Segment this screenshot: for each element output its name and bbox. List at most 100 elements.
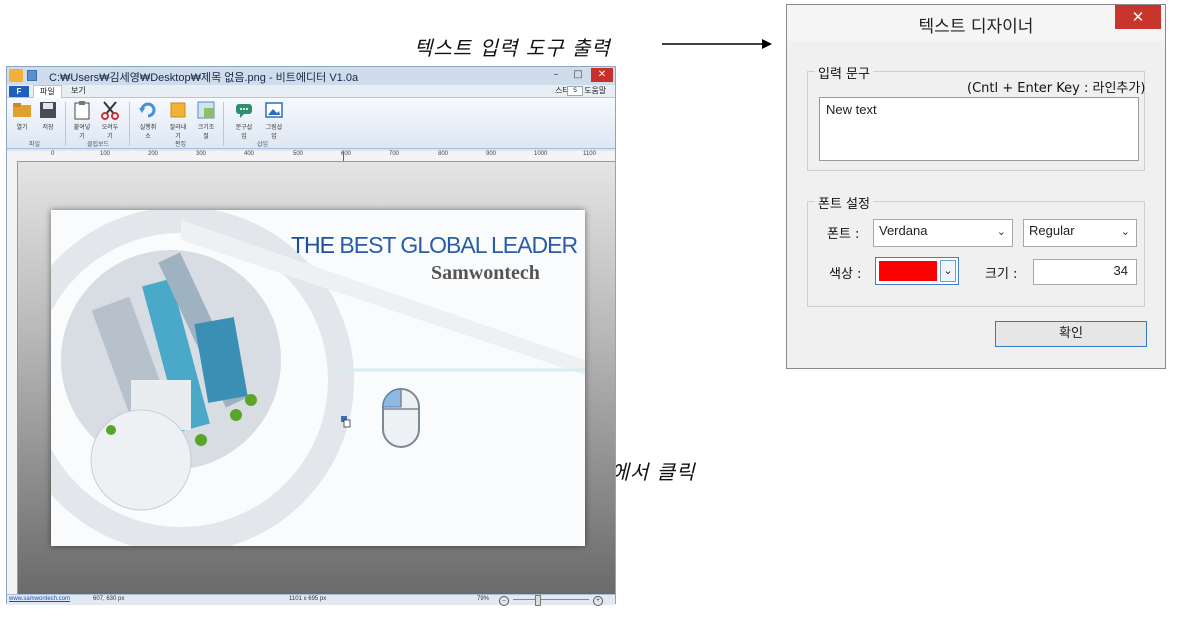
ruler-tick: 300	[196, 151, 207, 157]
help-line: - Past : Ctrl Key + 'V' Key	[20, 621, 76, 627]
ruler-tick: 200	[148, 151, 159, 157]
line-break-hint: (Cntl + Enter Key : 라인추가)	[967, 81, 1146, 96]
ribbon: 열기 저장 붙여넣기 오려두기 실행취소 잘라내기 크기조절 문구삽입 그림삽입…	[7, 98, 615, 149]
help-line: - Move :	[20, 607, 39, 613]
quick-save-icon[interactable]	[27, 70, 37, 81]
crop-button[interactable]: 잘라내기	[167, 100, 189, 140]
speech-bubble-icon	[236, 104, 252, 118]
shortcut-help: - Zoom : - Move : - Copy : Ctrl Key + 'C…	[20, 600, 92, 642]
help-line: - Delete : Select Item & 'Del' Key	[20, 628, 93, 634]
zoom-out-button[interactable]: –	[499, 596, 509, 606]
vertical-ruler	[7, 161, 18, 594]
clipboard-icon	[74, 101, 90, 120]
ok-button[interactable]: 확인	[995, 321, 1147, 347]
cut-label: 오려두기	[101, 125, 119, 140]
group-separator	[65, 102, 66, 146]
font-style-value: Regular	[1029, 223, 1075, 238]
color-label: 색상 :	[829, 267, 862, 282]
cut-button[interactable]: 오려두기	[99, 100, 121, 140]
zoom-slider[interactable]	[513, 599, 589, 600]
save-button[interactable]: 저장	[37, 100, 59, 131]
insert-text-button[interactable]: 문구삽입	[233, 100, 255, 140]
zoom-level: 79%	[477, 596, 490, 602]
tab-file[interactable]: 파일	[33, 85, 62, 98]
font-family-select[interactable]: Verdana ⌄	[873, 219, 1013, 247]
file-menu-button[interactable]: F	[9, 86, 29, 97]
chevron-down-icon: ⌄	[996, 226, 1006, 238]
resize-label: 크기조절	[197, 125, 215, 140]
font-size-input[interactable]: 34	[1033, 259, 1137, 285]
canvas-area[interactable]: THE BEST GLOBAL LEADER Samwontech - Zoom…	[18, 162, 615, 641]
headline-main: BEST GLOBAL LEADER	[339, 232, 578, 258]
undo-button[interactable]: 실행취소	[137, 100, 159, 140]
text-input-area[interactable]: New text	[819, 97, 1139, 161]
paste-button[interactable]: 붙여넣기	[71, 100, 93, 140]
help-line: - Copy : Ctrl Key + 'C' Key	[20, 614, 78, 620]
zoom-in-button[interactable]: +	[593, 596, 603, 606]
size-label: 크기 :	[985, 267, 1018, 282]
font-family-value: Verdana	[879, 223, 928, 238]
picture-icon	[265, 102, 283, 118]
group-separator	[223, 102, 224, 146]
dialog-close-button[interactable]: ✕	[1115, 5, 1161, 29]
insert-image-label: 그림삽입	[265, 125, 283, 140]
font-label: 폰트 :	[827, 227, 860, 242]
resize-button[interactable]: 크기조절	[195, 100, 217, 140]
key-hints: SA	[567, 77, 609, 115]
key-hint-s: S	[567, 86, 583, 96]
tab-view[interactable]: 보기	[71, 85, 86, 97]
font-group-title: 폰트 설정	[815, 193, 873, 212]
arrow-to-dialog	[662, 39, 772, 49]
image-canvas[interactable]: THE BEST GLOBAL LEADER Samwontech	[51, 210, 585, 546]
minimize-button[interactable]: –	[545, 68, 567, 82]
open-button[interactable]: 열기	[11, 100, 33, 131]
ruler-tick: 700	[389, 151, 400, 157]
ruler-tick: 400	[244, 151, 255, 157]
image-headline: THE BEST GLOBAL LEADER	[291, 232, 578, 259]
annotation-output-label: 텍스트 입력 도구 출력	[414, 36, 611, 60]
folder-icon	[13, 103, 31, 117]
ruler-tick: 0	[51, 151, 55, 157]
mouse-click-icon	[382, 388, 420, 448]
group-label-edit: 편집	[175, 142, 187, 148]
dialog-title-bar: 텍스트 디자이너 ✕	[787, 5, 1165, 41]
ruler-tick: 500	[293, 151, 304, 157]
ruler-cursor-marker	[343, 151, 344, 161]
undo-label: 실행취소	[139, 125, 157, 140]
group-label-insert: 삽입	[257, 142, 269, 148]
paste-label: 붙여넣기	[73, 125, 91, 140]
chevron-down-icon[interactable]: ⌄	[940, 260, 956, 282]
scissors-icon	[101, 101, 119, 120]
ruler-tick: 1100	[583, 151, 596, 157]
dialog-title: 텍스트 디자이너	[918, 17, 1034, 37]
zoom-slider-thumb[interactable]	[535, 595, 541, 606]
undo-icon	[139, 102, 156, 118]
help-line: - Cancel : 'ESC' Key	[20, 635, 65, 641]
text-insert-cursor-icon	[341, 416, 351, 428]
image-size: 1101 x 695 px	[289, 596, 327, 602]
ruler-tick: 800	[438, 151, 449, 157]
website-link[interactable]: www.samwontech.com	[9, 596, 70, 602]
color-select[interactable]: ⌄	[875, 257, 959, 285]
resize-icon	[197, 101, 215, 119]
status-bar: www.samwontech.com 607, 630 px 1101 x 69…	[7, 594, 615, 606]
ruler-tick: 100	[100, 151, 111, 157]
group-separator	[129, 102, 130, 146]
text-designer-dialog: 텍스트 디자이너 ✕ 입력 문구 (Cntl + Enter Key : 라인추…	[786, 4, 1166, 369]
color-swatch	[879, 261, 937, 281]
image-subline: Samwontech	[431, 262, 540, 284]
editor-window: C:₩Users₩김세영₩Desktop₩제목 없음.png - 비트에디터 V…	[6, 66, 616, 641]
save-label: 저장	[42, 125, 54, 131]
crop-label: 잘라내기	[169, 125, 187, 140]
ruler-tick: 1000	[534, 151, 548, 157]
save-icon	[40, 102, 56, 118]
insert-image-button[interactable]: 그림삽입	[263, 100, 285, 140]
window-title: C:₩Users₩김세영₩Desktop₩제목 없음.png - 비트에디터 V…	[49, 72, 359, 84]
group-label-clipboard: 클립보드	[87, 142, 110, 148]
menu-bar: F 파일 보기 스타일 · 도움말	[7, 85, 615, 98]
app-icon	[9, 69, 23, 82]
horizontal-ruler: 0 100 200 300 400 500 600 700 800 900 10…	[7, 151, 615, 162]
chevron-down-icon: ⌄	[1120, 226, 1130, 238]
crop-icon	[170, 102, 186, 118]
font-style-select[interactable]: Regular ⌄	[1023, 219, 1137, 247]
